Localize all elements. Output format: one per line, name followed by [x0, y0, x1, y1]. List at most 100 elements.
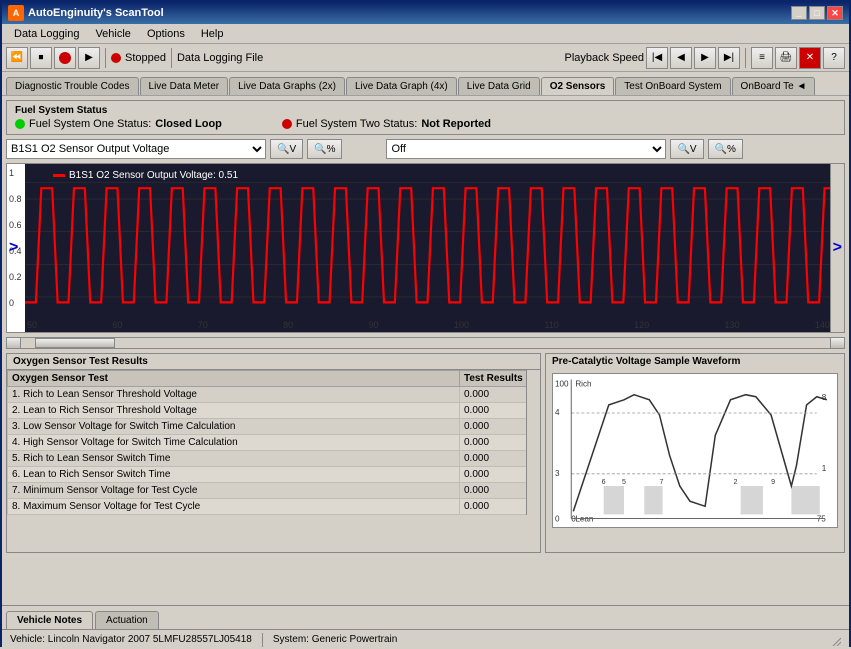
toolbar-extra-4[interactable]: ? [823, 47, 845, 69]
resize-grip[interactable] [829, 634, 841, 646]
waveform-chart: 100 4 3 0 Rich Lean 0 75 8 1 [552, 373, 838, 528]
playback-speed-label: Playback Speed [565, 52, 645, 64]
svg-text:Lean: Lean [575, 515, 593, 524]
svg-text:4: 4 [555, 408, 560, 417]
menu-help[interactable]: Help [193, 26, 232, 42]
oxygen-test-table: Oxygen Sensor Test Test Results 1. Rich … [7, 370, 540, 515]
playback-fast[interactable]: ▶| [718, 47, 740, 69]
graph-nav-left[interactable]: > [9, 239, 18, 257]
fuel-one: Fuel System One Status: Closed Loop [15, 118, 222, 130]
table-row: 6. Lean to Rich Sensor Switch Time0.000 [8, 467, 540, 483]
svg-text:0: 0 [555, 515, 560, 524]
table-row: 1. Rich to Lean Sensor Threshold Voltage… [8, 387, 540, 403]
menu-data-logging[interactable]: Data Logging [6, 26, 87, 42]
x-label-50: 50 [27, 320, 37, 330]
play-button[interactable]: ▶ [78, 47, 100, 69]
y-label-02: 0.2 [9, 272, 27, 282]
minimize-button[interactable]: _ [791, 6, 807, 20]
waveform-chart-svg: 100 4 3 0 Rich Lean 0 75 8 1 [553, 374, 837, 527]
status-vehicle: Vehicle: Lincoln Navigator 2007 5LMFU285… [10, 634, 252, 645]
tab-live-graph-4x[interactable]: Live Data Graph (4x) [346, 77, 457, 95]
table-row: 2. Lean to Rich Sensor Threshold Voltage… [8, 403, 540, 419]
record-button[interactable] [54, 47, 76, 69]
app-title: AutoEnginuity's ScanTool [28, 7, 164, 19]
sensor-select-secondary[interactable]: Off [386, 139, 666, 159]
status-bar: Vehicle: Lincoln Navigator 2007 5LMFU285… [2, 629, 849, 649]
tab-live-graphs-2x[interactable]: Live Data Graphs (2x) [229, 77, 345, 95]
sensor-select-primary[interactable]: B1S1 O2 Sensor Output Voltage [6, 139, 266, 159]
fuel-two-value: Not Reported [421, 118, 491, 130]
tab-o2-sensors[interactable]: O2 Sensors [541, 77, 615, 95]
menu-vehicle[interactable]: Vehicle [87, 26, 138, 42]
menu-bar: Data Logging Vehicle Options Help [2, 24, 849, 44]
y-label-1: 1 [9, 168, 27, 178]
tab-live-meter[interactable]: Live Data Meter [140, 77, 229, 95]
data-logging-label: Data Logging File [177, 52, 263, 64]
toolbar-extra-3[interactable]: ✕ [799, 47, 821, 69]
x-label-140: 140 [815, 320, 830, 330]
status-text: Stopped [125, 52, 166, 64]
table-row: 7. Minimum Sensor Voltage for Test Cycle… [8, 483, 540, 499]
x-label-70: 70 [198, 320, 208, 330]
maximize-button[interactable]: □ [809, 6, 825, 20]
fuel-one-value: Closed Loop [155, 118, 222, 130]
menu-options[interactable]: Options [139, 26, 193, 42]
x-label-60: 60 [112, 320, 122, 330]
zoom-v-button[interactable]: 🔍V [270, 139, 303, 159]
fuel-two-label: Fuel System Two Status: [296, 118, 417, 130]
h-scrollbar[interactable] [6, 337, 845, 349]
table-row: 4. High Sensor Voltage for Switch Time C… [8, 435, 540, 451]
h-scrollbar-thumb[interactable] [35, 338, 115, 348]
toolbar-btn-2[interactable]: ⏹ [30, 47, 52, 69]
tab-live-grid[interactable]: Live Data Grid [458, 77, 540, 95]
toolbar-extra-2[interactable]: 🖨 [775, 47, 797, 69]
toolbar-extra-1[interactable]: ≡ [751, 47, 773, 69]
graph-container: > > 1 0.8 0.6 0.4 0.2 0 B1S1 O2 Sensor O… [6, 163, 845, 333]
toolbar-btn-1[interactable]: ⏪ [6, 47, 28, 69]
y-label-08: 0.8 [9, 194, 27, 204]
x-label-90: 90 [369, 320, 379, 330]
x-label-130: 130 [725, 320, 740, 330]
app-icon: A [8, 5, 24, 21]
y-label-06: 0.6 [9, 220, 27, 230]
fuel-two-indicator [282, 119, 292, 129]
zoom-pct-button[interactable]: 🔍% [307, 139, 342, 159]
tab-dtc[interactable]: Diagnostic Trouble Codes [6, 77, 139, 95]
playback-slow[interactable]: |◀ [646, 47, 668, 69]
x-label-110: 110 [544, 320, 558, 330]
test-name: 5. Rich to Lean Sensor Switch Time [8, 451, 460, 467]
x-label-100: 100 [454, 320, 469, 330]
zoom-pct-button-2[interactable]: 🔍% [708, 139, 743, 159]
svg-text:9: 9 [771, 478, 775, 486]
table-scrollbar[interactable] [526, 370, 540, 515]
test-name: 4. High Sensor Voltage for Switch Time C… [8, 435, 460, 451]
legend-color [53, 174, 65, 177]
tab-vehicle-notes[interactable]: Vehicle Notes [6, 611, 93, 629]
graph-nav-right[interactable]: > [833, 239, 842, 257]
svg-text:75: 75 [817, 515, 827, 524]
tab-onboard-te[interactable]: OnBoard Te ◄ [732, 77, 816, 95]
window-controls: _ □ ✕ [791, 6, 843, 20]
close-button[interactable]: ✕ [827, 6, 843, 20]
zoom-v-button-2[interactable]: 🔍V [670, 139, 703, 159]
sensor-selector-row: B1S1 O2 Sensor Output Voltage 🔍V 🔍% Off … [6, 139, 845, 159]
bottom-tab-bar: Vehicle Notes Actuation [2, 605, 849, 629]
x-label-80: 80 [283, 320, 293, 330]
bottom-section: Oxygen Sensor Test Results Oxygen Sensor… [6, 353, 845, 553]
playback-back[interactable]: ◀ [670, 47, 692, 69]
svg-text:100: 100 [555, 380, 569, 389]
svg-text:2: 2 [734, 478, 738, 486]
toolbar: ⏪ ⏹ ▶ Stopped Data Logging File Playback… [2, 44, 849, 72]
playback-fwd[interactable]: ▶ [694, 47, 716, 69]
status-light [111, 53, 121, 63]
waveform-box: Pre-Catalytic Voltage Sample Waveform 10… [545, 353, 845, 553]
svg-text:6: 6 [602, 478, 606, 486]
tab-actuation[interactable]: Actuation [95, 611, 159, 629]
test-name: 7. Minimum Sensor Voltage for Test Cycle [8, 483, 460, 499]
waveform-title: Pre-Catalytic Voltage Sample Waveform [546, 354, 844, 369]
y-label-0: 0 [9, 298, 27, 308]
fuel-status-row: Fuel System One Status: Closed Loop Fuel… [15, 118, 836, 130]
fuel-one-label: Fuel System One Status: [29, 118, 151, 130]
graph-inner: B1S1 O2 Sensor Output Voltage: 0.51 [25, 164, 830, 332]
tab-test-onboard[interactable]: Test OnBoard System [615, 77, 730, 95]
